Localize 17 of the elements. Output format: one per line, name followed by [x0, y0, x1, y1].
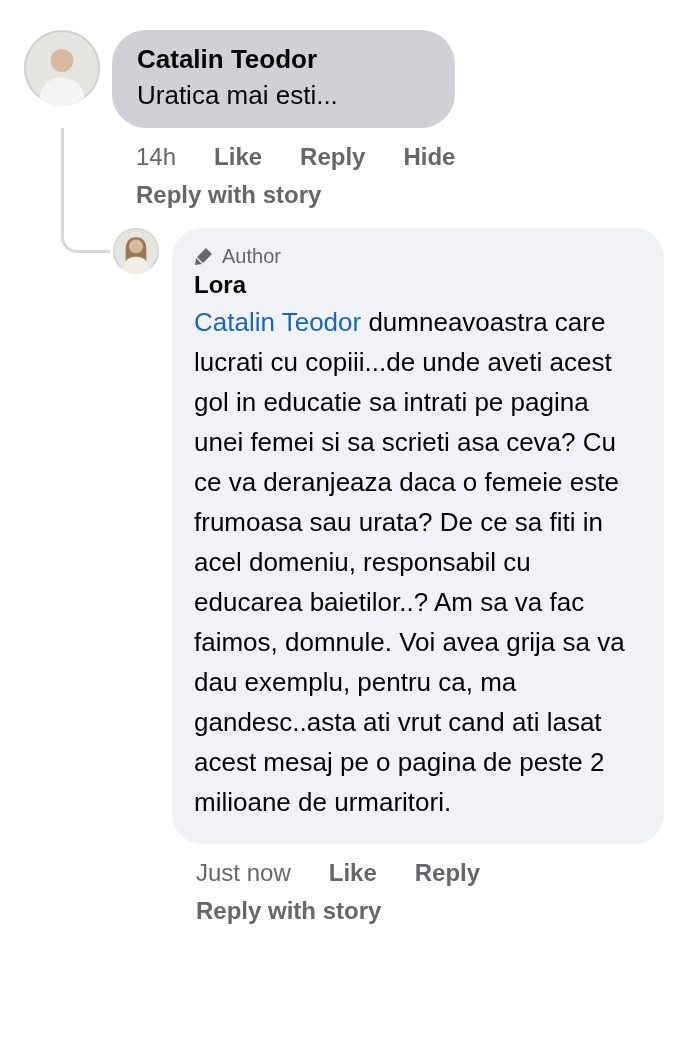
action-link[interactable]: Hide — [403, 142, 456, 172]
comment-text: Uratica mai esti... — [137, 79, 339, 112]
author-name[interactable]: Lora — [194, 270, 634, 300]
reply-with-story-link[interactable]: Reply with story — [196, 896, 382, 926]
action-link[interactable]: Reply — [414, 858, 481, 888]
timestamp: Just now — [196, 858, 291, 888]
badge-label: Author — [222, 244, 281, 269]
author-name[interactable]: Catalin Teodor — [137, 42, 428, 76]
action-link[interactable]: Like — [214, 142, 263, 172]
avatar-icon[interactable] — [113, 228, 159, 274]
action-link[interactable]: Like — [328, 858, 377, 888]
comment-text: Catalin Teodor dumneavoastra care lucrati cu copiii...de unde aveti acest gol in educatie sa intrati pe pagina unei femei si sa scrieti asa ceva? Cu ce va deranjeaza daca o femeie este frumoasa sau urata? De ce sa fiti in acel domeniu, responsabil cu educarea baietilor..? Am sa va fac faimos, domnule. Voi avea grija sa va dau exemplu, pentru ca, ma gandesc..asta ati vrut cand ati lasat acest mesaj pe o pagina de peste 2 milioane de urmaritori. — [194, 306, 626, 819]
reply-with-story-link[interactable]: Reply with story — [136, 180, 322, 210]
action-link[interactable]: Reply — [300, 142, 366, 172]
mention-link[interactable]: Catalin Teodor — [194, 307, 362, 337]
timestamp: 14h — [136, 142, 177, 172]
pen-icon — [194, 246, 214, 266]
